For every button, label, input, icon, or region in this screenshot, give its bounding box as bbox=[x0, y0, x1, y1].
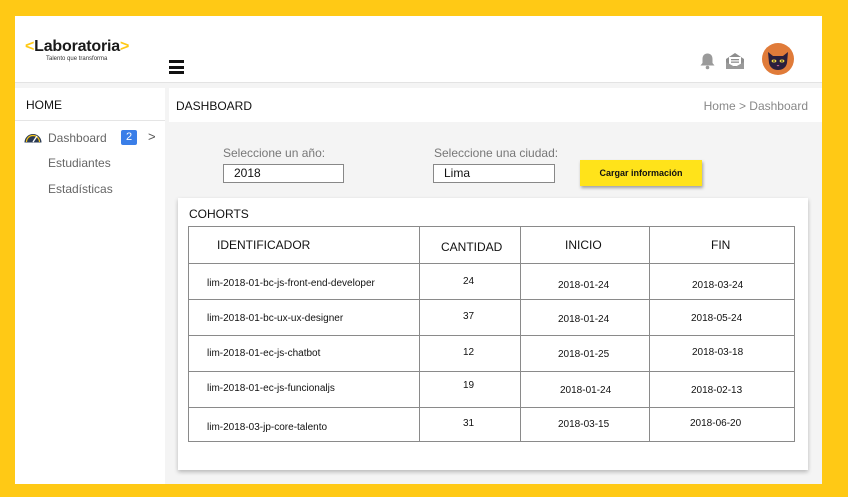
sidebar-item-dashboard[interactable]: Dashboard 2 > bbox=[23, 129, 163, 146]
table-divider bbox=[189, 407, 794, 408]
cohorts-table: IDENTIFICADOR CANTIDAD INICIO FIN lim-20… bbox=[188, 226, 795, 442]
column-header-cantidad[interactable]: CANTIDAD bbox=[441, 240, 502, 254]
sidebar-item-label: Dashboard bbox=[48, 131, 107, 145]
logo-name: Laboratoria bbox=[34, 38, 120, 55]
hamburger-icon[interactable] bbox=[169, 60, 184, 74]
city-select[interactable]: Lima bbox=[433, 164, 555, 183]
sidebar-divider bbox=[15, 120, 165, 121]
sidebar-home[interactable]: HOME bbox=[26, 98, 62, 112]
cohort-end-cell: 2018-02-13 bbox=[691, 385, 743, 396]
sidebar-item-estadisticas[interactable]: Estadísticas bbox=[48, 182, 113, 196]
user-avatar[interactable] bbox=[762, 43, 794, 75]
cohort-id-cell[interactable]: lim-2018-01-bc-js-front-end-developer bbox=[207, 278, 375, 289]
column-header-identificador[interactable]: IDENTIFICADOR bbox=[217, 238, 310, 252]
logo-tagline: Talento que transforma bbox=[46, 56, 108, 62]
logo-wordmark: <Laboratoria> bbox=[25, 38, 129, 56]
year-label: Seleccione un año: bbox=[223, 146, 326, 160]
cohort-start-cell: 2018-01-25 bbox=[558, 349, 610, 360]
table-divider bbox=[189, 263, 794, 264]
logo-bracket-right: > bbox=[119, 38, 130, 55]
cohort-count-cell: 12 bbox=[463, 347, 475, 358]
gauge-icon bbox=[24, 134, 42, 143]
page-title: DASHBOARD bbox=[176, 99, 253, 113]
logo-bracket-left: < bbox=[25, 38, 35, 55]
cohort-end-cell: 2018-03-18 bbox=[692, 347, 744, 358]
cohort-end-cell: 2018-03-24 bbox=[692, 280, 744, 291]
cohort-start-cell: 2018-01-24 bbox=[558, 280, 610, 291]
laboratoria-logo[interactable]: <Laboratoria> Talento que transforma bbox=[25, 38, 129, 62]
cohort-start-cell: 2018-01-24 bbox=[558, 314, 610, 325]
column-header-fin[interactable]: FIN bbox=[711, 238, 730, 252]
cohort-count-cell: 31 bbox=[463, 418, 475, 429]
breadcrumb[interactable]: Home > Dashboard bbox=[704, 99, 808, 113]
cohorts-title: COHORTS bbox=[189, 207, 249, 221]
table-divider bbox=[189, 299, 794, 300]
notification-badge: 2 bbox=[121, 130, 137, 145]
table-divider bbox=[520, 227, 521, 441]
load-info-button[interactable]: Cargar información bbox=[580, 160, 702, 186]
year-select[interactable]: 2018 bbox=[223, 164, 344, 183]
table-divider bbox=[649, 227, 650, 441]
chevron-right-icon[interactable]: > bbox=[148, 129, 156, 144]
cohort-id-cell[interactable]: lim-2018-01-bc-ux-ux-designer bbox=[207, 313, 343, 324]
cohort-count-cell: 37 bbox=[463, 311, 475, 322]
page-header: DASHBOARD Home > Dashboard bbox=[169, 88, 822, 122]
sidebar-item-estudiantes[interactable]: Estudiantes bbox=[48, 156, 111, 170]
cohort-start-cell: 2018-01-24 bbox=[560, 385, 612, 396]
cohort-count-cell: 24 bbox=[463, 276, 475, 287]
cohort-start-cell: 2018-03-15 bbox=[558, 419, 610, 430]
column-header-inicio[interactable]: INICIO bbox=[565, 238, 602, 252]
table-divider bbox=[419, 227, 420, 441]
top-bar: <Laboratoria> Talento que transforma bbox=[15, 16, 822, 83]
cohort-id-cell[interactable]: lim-2018-01-ec-js-chatbot bbox=[207, 348, 320, 359]
app-frame: <Laboratoria> Talento que transforma HOM… bbox=[15, 16, 822, 484]
cat-avatar-icon bbox=[768, 52, 788, 70]
table-divider bbox=[189, 371, 794, 372]
cohort-id-cell[interactable]: lim-2018-03-jp-core-talento bbox=[207, 422, 327, 433]
cohorts-card: COHORTS IDENTIFICADOR CANTIDAD INICIO FI… bbox=[178, 198, 808, 470]
table-divider bbox=[189, 335, 794, 336]
bell-icon[interactable] bbox=[699, 52, 716, 70]
city-label: Seleccione una ciudad: bbox=[434, 146, 559, 160]
cohort-end-cell: 2018-06-20 bbox=[690, 418, 742, 429]
cohort-count-cell: 19 bbox=[463, 380, 475, 391]
cohort-id-cell[interactable]: lim-2018-01-ec-js-funcionaljs bbox=[207, 383, 335, 394]
mail-icon[interactable] bbox=[725, 51, 745, 71]
cohort-end-cell: 2018-05-24 bbox=[691, 313, 743, 324]
sidebar: HOME Dashboard 2 > Estudiantes Estadísti… bbox=[15, 88, 165, 484]
